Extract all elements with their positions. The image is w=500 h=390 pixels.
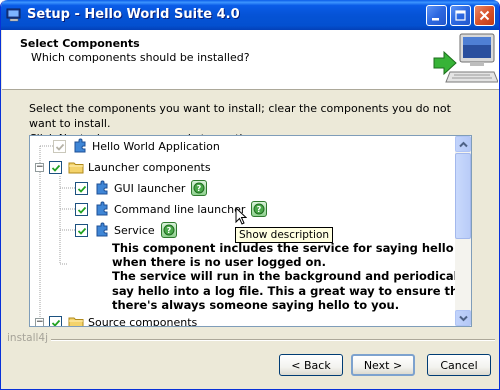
checkmark-icon: [77, 206, 87, 214]
info-icon: ?: [163, 224, 175, 236]
checkmark-icon: [51, 319, 61, 326]
checkbox-launcher-components[interactable]: [49, 160, 62, 174]
brand-separator: install4j: [7, 332, 495, 346]
minimize-icon: [432, 18, 439, 21]
tree-item-hello-world-application[interactable]: Hello World Application: [53, 137, 220, 155]
description-line: say hello into a log file. This a great …: [112, 283, 472, 298]
checkbox-gui-launcher[interactable]: [75, 181, 88, 195]
folder-icon: [68, 162, 84, 174]
back-button[interactable]: < Back: [279, 354, 343, 376]
scroll-up-button[interactable]: [455, 136, 471, 152]
computer-install-icon: [433, 33, 498, 83]
setup-window: Setup - Hello World Suite 4.0 Select Com…: [0, 0, 500, 390]
page-title: Select Components: [20, 37, 140, 50]
puzzle-icon: [96, 180, 108, 195]
info-icon: ?: [193, 182, 205, 194]
page-subtitle: Which components should be installed?: [31, 51, 250, 64]
setup-app-icon: [6, 8, 21, 22]
instructions-line-1: Select the components you want to instal…: [29, 102, 451, 130]
mouse-cursor-icon: [235, 207, 247, 225]
scroll-thumb[interactable]: [455, 153, 471, 239]
tree-label: Service: [114, 223, 155, 237]
show-description-button-service[interactable]: ?: [160, 222, 177, 238]
checkmark-icon: [51, 164, 61, 172]
checkbox-service[interactable]: [75, 223, 88, 237]
checkmark-icon: [55, 143, 65, 151]
tree-label: Command line launcher: [114, 202, 246, 216]
scroll-down-button[interactable]: [455, 310, 471, 326]
cancel-button[interactable]: Cancel: [427, 354, 491, 376]
svg-text:?: ?: [257, 205, 262, 214]
tree-vertical-scrollbar[interactable]: [455, 136, 471, 326]
install4j-brand: install4j: [7, 332, 52, 344]
collapse-toggle[interactable]: −: [35, 317, 44, 326]
folder-icon: [68, 317, 84, 326]
description-line: The service will run in the background a…: [112, 269, 470, 284]
puzzle-icon: [96, 201, 108, 216]
description-line: there's always someone saying hello to y…: [112, 297, 400, 312]
checkmark-icon: [77, 227, 87, 235]
description-line: This component includes the service for …: [112, 241, 472, 255]
tree-label: GUI launcher: [114, 181, 186, 195]
tree-label: Source components: [88, 315, 198, 327]
chevron-up-icon: [459, 141, 468, 148]
tree-label: Launcher components: [88, 160, 211, 174]
show-description-tooltip: Show description: [235, 227, 334, 243]
close-icon: [479, 10, 490, 21]
show-description-button-gui-launcher[interactable]: ?: [191, 180, 208, 196]
checkmark-icon: [77, 185, 87, 193]
maximize-button[interactable]: [450, 5, 471, 26]
close-button[interactable]: [474, 5, 495, 26]
description-line: when there is no user logged on.: [112, 255, 326, 270]
title-bar[interactable]: Setup - Hello World Suite 4.0: [1, 0, 499, 30]
svg-text:?: ?: [197, 184, 202, 193]
chevron-down-icon: [459, 315, 468, 322]
next-button[interactable]: Next >: [351, 354, 415, 376]
svg-text:?: ?: [166, 226, 171, 235]
component-description: This component includes the service for …: [112, 241, 472, 312]
tree-item-service[interactable]: Service ?: [75, 221, 177, 239]
tree-item-launcher-components[interactable]: − Launcher components: [35, 158, 211, 176]
collapse-toggle[interactable]: −: [35, 162, 44, 172]
puzzle-icon: [96, 222, 108, 237]
minimize-button[interactable]: [426, 5, 447, 26]
checkbox-source-components[interactable]: [49, 315, 62, 326]
checkbox-hello-world-application[interactable]: [53, 139, 66, 153]
info-icon: ?: [253, 203, 265, 215]
tree-item-gui-launcher[interactable]: GUI launcher ?: [75, 179, 208, 197]
puzzle-icon: [74, 138, 86, 153]
checkbox-command-line-launcher[interactable]: [75, 202, 88, 216]
tree-item-source-components[interactable]: − Source components: [35, 313, 198, 327]
show-description-button-command-line-launcher[interactable]: ?: [251, 201, 268, 217]
separator-line: [49, 339, 495, 341]
tree-label: Hello World Application: [92, 139, 220, 153]
page-header: Select Components Which components shoul…: [2, 30, 499, 90]
maximize-icon: [455, 10, 466, 21]
window-title: Setup - Hello World Suite 4.0: [27, 7, 240, 22]
